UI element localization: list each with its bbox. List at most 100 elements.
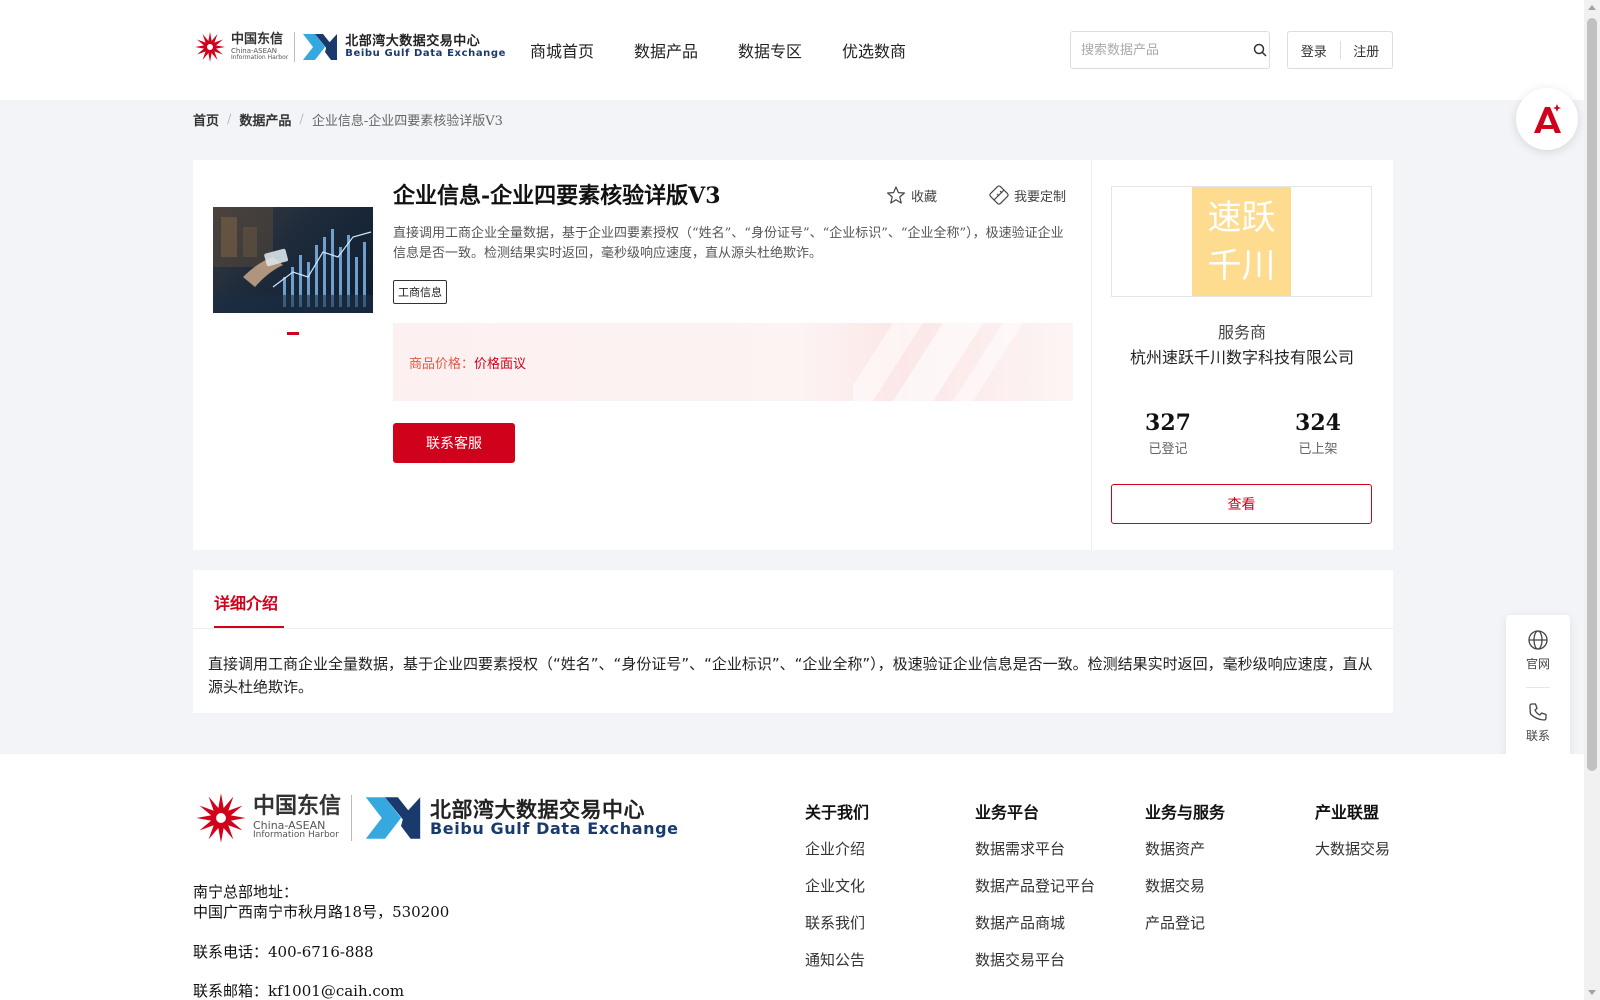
footer-link[interactable]: 数据交易 (1145, 876, 1225, 897)
auth-box: 登录 注册 (1287, 31, 1393, 69)
product-image[interactable] (213, 207, 373, 313)
product-image-art (213, 207, 373, 313)
footer-link[interactable]: 企业文化 (805, 876, 869, 897)
footer-col-title: 关于我们 (805, 803, 870, 822)
globe-icon (1528, 630, 1548, 650)
footer-address: 南宁总部地址： 中国广西南宁市秋月路18号，530200 (193, 882, 449, 922)
customize-button[interactable]: 我要定制 (989, 185, 1066, 205)
contact-service-button[interactable]: 联系客服 (393, 423, 515, 463)
registered-stat: 327 已登记 (1118, 410, 1218, 457)
vendor-logo[interactable]: 速跃 千川 (1111, 186, 1372, 297)
logo-cn-title: 中国东信 (231, 32, 284, 47)
carousel-indicator[interactable] (287, 332, 299, 335)
scrollbar-thumb[interactable] (1587, 18, 1597, 771)
login-button[interactable]: 登录 (1288, 41, 1340, 60)
logo-bg-title: 北部湾大数据交易中心 (345, 33, 481, 49)
footer-col-platforms: 业务平台 数据需求平台 数据产品登记平台 数据产品商城 数据交易平台 (975, 799, 1095, 987)
website-link[interactable]: 官网 (1506, 629, 1570, 672)
footer-china-asean-logo-mark (196, 793, 246, 843)
category-tag[interactable]: 工商信息 (393, 280, 447, 304)
china-asean-logo-mark (195, 32, 225, 62)
nav-item-data-products[interactable]: 数据产品 (634, 38, 698, 62)
price-panel-decoration (853, 323, 1023, 401)
vendor-name: 杭州速跃千川数字科技有限公司 (1129, 348, 1354, 367)
footer-link[interactable]: 数据产品登记平台 (975, 876, 1095, 897)
footer-beibu-gulf-logo: 北部湾大数据交易中心 Beibu Gulf Data Exchange (362, 794, 679, 842)
detail-section: 详细介绍 直接调用工商企业全量数据，基于企业四要素授权（“姓名”、“身份证号”、… (193, 570, 1393, 713)
nav-item-mall-home[interactable]: 商城首页 (530, 38, 594, 62)
logo-divider (294, 32, 296, 62)
price-value: 价格面议 (474, 356, 527, 372)
product-description: 直接调用工商企业全量数据，基于企业四要素授权（“姓名”、“身份证号”、“企业标识… (393, 226, 1064, 261)
product-title: 企业信息-企业四要素核验详版V3 (393, 183, 721, 209)
product-card: 企业信息-企业四要素核验详版V3 收藏 我要定制 直接调用工商企业全量数据，基于… (193, 160, 1393, 550)
footer-logo-bg-title: 北部湾大数据交易中心 (430, 797, 646, 822)
contact-link[interactable]: 联系 (1506, 701, 1570, 744)
vendor-logo-line1: 速跃 (1207, 197, 1276, 238)
address-label: 南宁总部地址： (193, 883, 299, 901)
footer-link[interactable]: 企业介绍 (805, 839, 869, 860)
breadcrumb-category[interactable]: 数据产品 (239, 110, 291, 129)
footer-col-about: 关于我们 企业介绍 企业文化 联系我们 通知公告 (805, 799, 869, 987)
beibu-gulf-logo: 北部湾大数据交易中心 Beibu Gulf Data Exchange (301, 32, 506, 62)
register-button[interactable]: 注册 (1341, 41, 1393, 60)
footer-beibu-gulf-logo-mark (365, 797, 421, 839)
listed-stat: 324 已上架 (1268, 410, 1368, 457)
listed-label: 已上架 (1298, 442, 1338, 457)
footer-logo-bg-subtitle: Beibu Gulf Data Exchange (430, 818, 679, 838)
favorite-button[interactable]: 收藏 (886, 185, 937, 205)
breadcrumb: 首页 / 数据产品 / 企业信息-企业四要素核验详版V3 (193, 110, 503, 129)
breadcrumb-separator: / (227, 112, 232, 127)
breadcrumb-current: 企业信息-企业四要素核验详版V3 (311, 114, 503, 129)
footer-col-title: 业务与服务 (1145, 803, 1226, 822)
footer-email: 联系邮箱：kf1001@caih.com (193, 982, 405, 1000)
customize-label: 我要定制 (1014, 189, 1067, 205)
nav-item-preferred-vendors[interactable]: 优选数商 (842, 38, 906, 62)
site-footer: 中国东信 China-ASEAN Information Harbor 北部湾大… (0, 754, 1584, 1000)
footer-link[interactable]: 联系我们 (805, 913, 869, 934)
registered-count: 327 (1145, 410, 1191, 436)
main-nav: 商城首页 数据产品 数据专区 优选数商 (530, 38, 906, 62)
footer-col-services: 业务与服务 数据资产 数据交易 产品登记 (1145, 799, 1225, 950)
footer-col-alliance: 产业联盟 大数据交易 (1315, 799, 1390, 876)
china-asean-logo: 中国东信 China-ASEAN Information Harbor (193, 30, 288, 64)
logo-bg-subtitle: Beibu Gulf Data Exchange (345, 47, 507, 59)
breadcrumb-separator: / (299, 112, 304, 127)
view-vendor-button[interactable]: 查看 (1111, 484, 1372, 524)
sidebar-divider (1526, 687, 1550, 688)
website-label: 官网 (1525, 657, 1550, 671)
logo-cn-line2: Information Harbor (231, 54, 289, 61)
phone-icon (1529, 703, 1547, 721)
vendor-role: 服务商 (1217, 323, 1266, 342)
footer-link[interactable]: 数据交易平台 (975, 950, 1095, 971)
search-icon[interactable] (1251, 43, 1269, 57)
detail-text: 直接调用工商企业全量数据，基于企业四要素授权（“姓名”、“身份证号”、“企业标识… (208, 655, 1373, 696)
scroll-down-arrow[interactable] (1588, 990, 1596, 995)
search-input[interactable] (1071, 32, 1251, 68)
footer-logo[interactable]: 中国东信 China-ASEAN Information Harbor 北部湾大… (193, 790, 679, 846)
contact-label: 联系 (1525, 729, 1550, 743)
nav-item-data-zone[interactable]: 数据专区 (738, 38, 802, 62)
footer-phone: 联系电话：400-6716-888 (193, 943, 374, 961)
ai-assistant-icon (1534, 104, 1561, 133)
top-header: 中国东信 China-ASEAN Information Harbor 北部湾大… (0, 0, 1584, 100)
tab-detail-intro[interactable]: 详细介绍 (214, 590, 278, 614)
scroll-up-arrow[interactable] (1588, 5, 1596, 10)
price-panel: 商品价格： 价格面议 (393, 323, 1073, 401)
footer-link[interactable]: 产品登记 (1145, 913, 1225, 934)
vendor-logo-image: 速跃 千川 (1192, 187, 1291, 296)
site-logo[interactable]: 中国东信 China-ASEAN Information Harbor 北部湾大… (193, 30, 506, 64)
footer-china-asean-logo: 中国东信 China-ASEAN Information Harbor (193, 790, 341, 846)
page-scrollbar[interactable] (1584, 0, 1600, 1000)
breadcrumb-home[interactable]: 首页 (193, 110, 219, 129)
vendor-logo-line2: 千川 (1207, 245, 1276, 286)
ai-assistant-button[interactable] (1516, 88, 1578, 150)
footer-logo-cn-title: 中国东信 (253, 794, 342, 819)
footer-link[interactable]: 通知公告 (805, 950, 869, 971)
footer-link[interactable]: 数据需求平台 (975, 839, 1095, 860)
footer-col-title: 业务平台 (975, 803, 1040, 822)
footer-link[interactable]: 大数据交易 (1315, 839, 1390, 860)
customize-icon (989, 185, 1009, 205)
footer-link[interactable]: 数据资产 (1145, 839, 1225, 860)
footer-link[interactable]: 数据产品商城 (975, 913, 1095, 934)
